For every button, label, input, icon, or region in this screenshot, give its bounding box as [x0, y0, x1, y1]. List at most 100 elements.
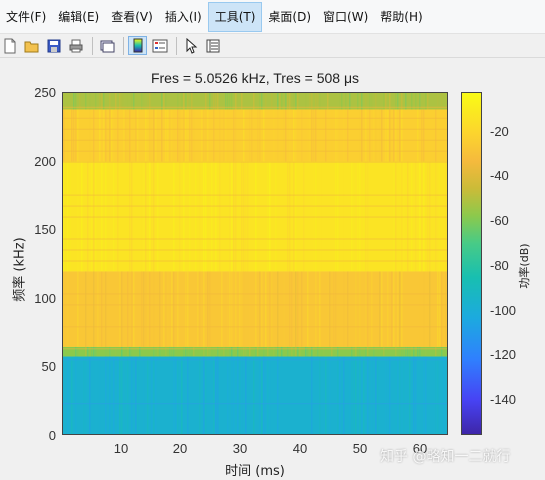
- spectrogram-harmonic-line: [63, 194, 447, 196]
- y-tick-label: 0: [48, 428, 56, 443]
- spectrogram-streak: [283, 109, 285, 162]
- menu-tools[interactable]: 工具(T): [207, 1, 263, 32]
- menu-file[interactable]: 文件(F): [0, 2, 52, 32]
- spectrogram-streak: [143, 161, 145, 272]
- spectrogram-streak: [257, 109, 259, 162]
- spectrogram-streak: [251, 109, 253, 162]
- spectrogram-streak: [199, 161, 201, 272]
- spectrogram-harmonic-line: [63, 403, 447, 405]
- spectrogram-streak: [429, 161, 431, 272]
- spectrogram-streak: [241, 356, 243, 434]
- spectrogram-streak: [403, 161, 405, 272]
- spectrogram-streak: [151, 356, 153, 434]
- spectrogram-streak: [231, 271, 233, 347]
- colorbar-tick-label: -100: [490, 303, 517, 318]
- spectrogram-streak: [393, 161, 395, 272]
- spectrogram-streak: [387, 109, 389, 162]
- spectrogram-streak: [163, 271, 165, 347]
- spectrogram-streak: [375, 109, 377, 162]
- spectrogram-axes[interactable]: [62, 92, 448, 435]
- spectrogram-streak: [125, 356, 127, 434]
- spectrogram-streak: [325, 109, 327, 162]
- spectrogram-streak: [67, 271, 69, 347]
- spectrogram-streak: [263, 356, 265, 434]
- spectrogram-streak: [343, 161, 345, 272]
- spectrogram-streak: [417, 109, 419, 162]
- spectrogram-streak: [377, 356, 379, 434]
- spectrogram-streak: [359, 356, 361, 434]
- spectrogram-streak: [205, 356, 207, 434]
- spectrogram-streak: [435, 109, 437, 162]
- spectrogram-harmonic-line: [63, 139, 447, 141]
- spectrogram-streak: [261, 356, 263, 434]
- spectrogram-streak: [165, 161, 167, 272]
- spectrogram-streak: [99, 356, 101, 434]
- spectrogram-streak: [209, 271, 211, 347]
- spectrogram-streak: [185, 271, 187, 347]
- spectrogram-streak: [287, 161, 289, 272]
- spectrogram-harmonic-line: [63, 205, 447, 207]
- spectrogram-streak: [339, 356, 341, 434]
- spectrogram-streak: [241, 161, 243, 272]
- spectrogram-harmonic-line: [63, 260, 447, 262]
- spectrogram-streak: [275, 161, 277, 272]
- open-folder-icon[interactable]: [22, 36, 41, 55]
- spectrogram-streak: [111, 109, 113, 162]
- spectrogram-harmonic-line: [63, 293, 447, 295]
- spectrogram-streak: [65, 161, 67, 272]
- colorbar[interactable]: [461, 92, 482, 435]
- spectrogram-streak: [197, 271, 199, 347]
- spectrogram-streak: [145, 161, 147, 272]
- spectrogram-streak: [367, 161, 369, 272]
- spectrogram-streak: [95, 356, 97, 434]
- spectrogram-streak: [69, 356, 71, 434]
- spectrogram-streak: [227, 356, 229, 434]
- spectrogram-streak: [315, 161, 317, 272]
- spectrogram-streak: [333, 271, 335, 347]
- spectrogram-streak: [319, 271, 321, 347]
- menu-help[interactable]: 帮助(H): [374, 2, 428, 32]
- spectrogram-streak: [211, 161, 213, 272]
- insert-legend-icon[interactable]: [150, 36, 169, 55]
- spectrogram-streak: [289, 161, 291, 272]
- spectrogram-streak: [423, 356, 425, 434]
- print-icon[interactable]: [66, 36, 85, 55]
- save-icon[interactable]: [44, 36, 63, 55]
- link-plot-icon[interactable]: [97, 36, 116, 55]
- spectrogram-streak: [117, 161, 119, 272]
- menu-bar: 文件(F) 编辑(E) 查看(V) 插入(I) 工具(T) 桌面(D) 窗口(W…: [0, 0, 545, 34]
- new-file-icon[interactable]: [0, 36, 19, 55]
- menu-window[interactable]: 窗口(W): [317, 2, 374, 32]
- pointer-icon[interactable]: [181, 36, 200, 55]
- spectrogram-streak: [419, 271, 421, 347]
- menu-view[interactable]: 查看(V): [105, 2, 159, 32]
- spectrogram-streak: [151, 161, 153, 272]
- property-inspector-icon[interactable]: [203, 36, 222, 55]
- spectrogram-streak: [357, 161, 359, 272]
- spectrogram-streak: [141, 271, 143, 347]
- spectrogram-streak: [227, 109, 229, 162]
- spectrogram-streak: [243, 161, 245, 272]
- spectrogram-streak: [445, 271, 447, 347]
- spectrogram-streak: [385, 356, 387, 434]
- menu-desktop[interactable]: 桌面(D): [262, 2, 317, 32]
- spectrogram-streak: [437, 356, 439, 434]
- watermark-text: 知乎 @略知一二就行: [380, 449, 511, 465]
- spectrogram-streak: [87, 161, 89, 272]
- spectrogram-streak: [293, 161, 295, 272]
- spectrogram-streak: [271, 271, 273, 347]
- insert-colorbar-icon[interactable]: [128, 36, 147, 55]
- spectrogram-streak: [381, 109, 383, 162]
- spectrogram-streak: [441, 271, 443, 347]
- spectrogram-streak: [395, 356, 397, 434]
- spectrogram-streak: [343, 109, 345, 162]
- menu-edit[interactable]: 编辑(E): [52, 2, 105, 32]
- spectrogram-streak: [277, 356, 279, 434]
- menu-insert[interactable]: 插入(I): [159, 2, 208, 32]
- spectrogram-streak: [179, 161, 181, 272]
- spectrogram-streak: [147, 356, 149, 434]
- spectrogram-streak: [403, 356, 405, 434]
- spectrogram-streak: [447, 347, 448, 357]
- spectrogram-streak: [309, 109, 311, 162]
- spectrogram-streak: [429, 271, 431, 347]
